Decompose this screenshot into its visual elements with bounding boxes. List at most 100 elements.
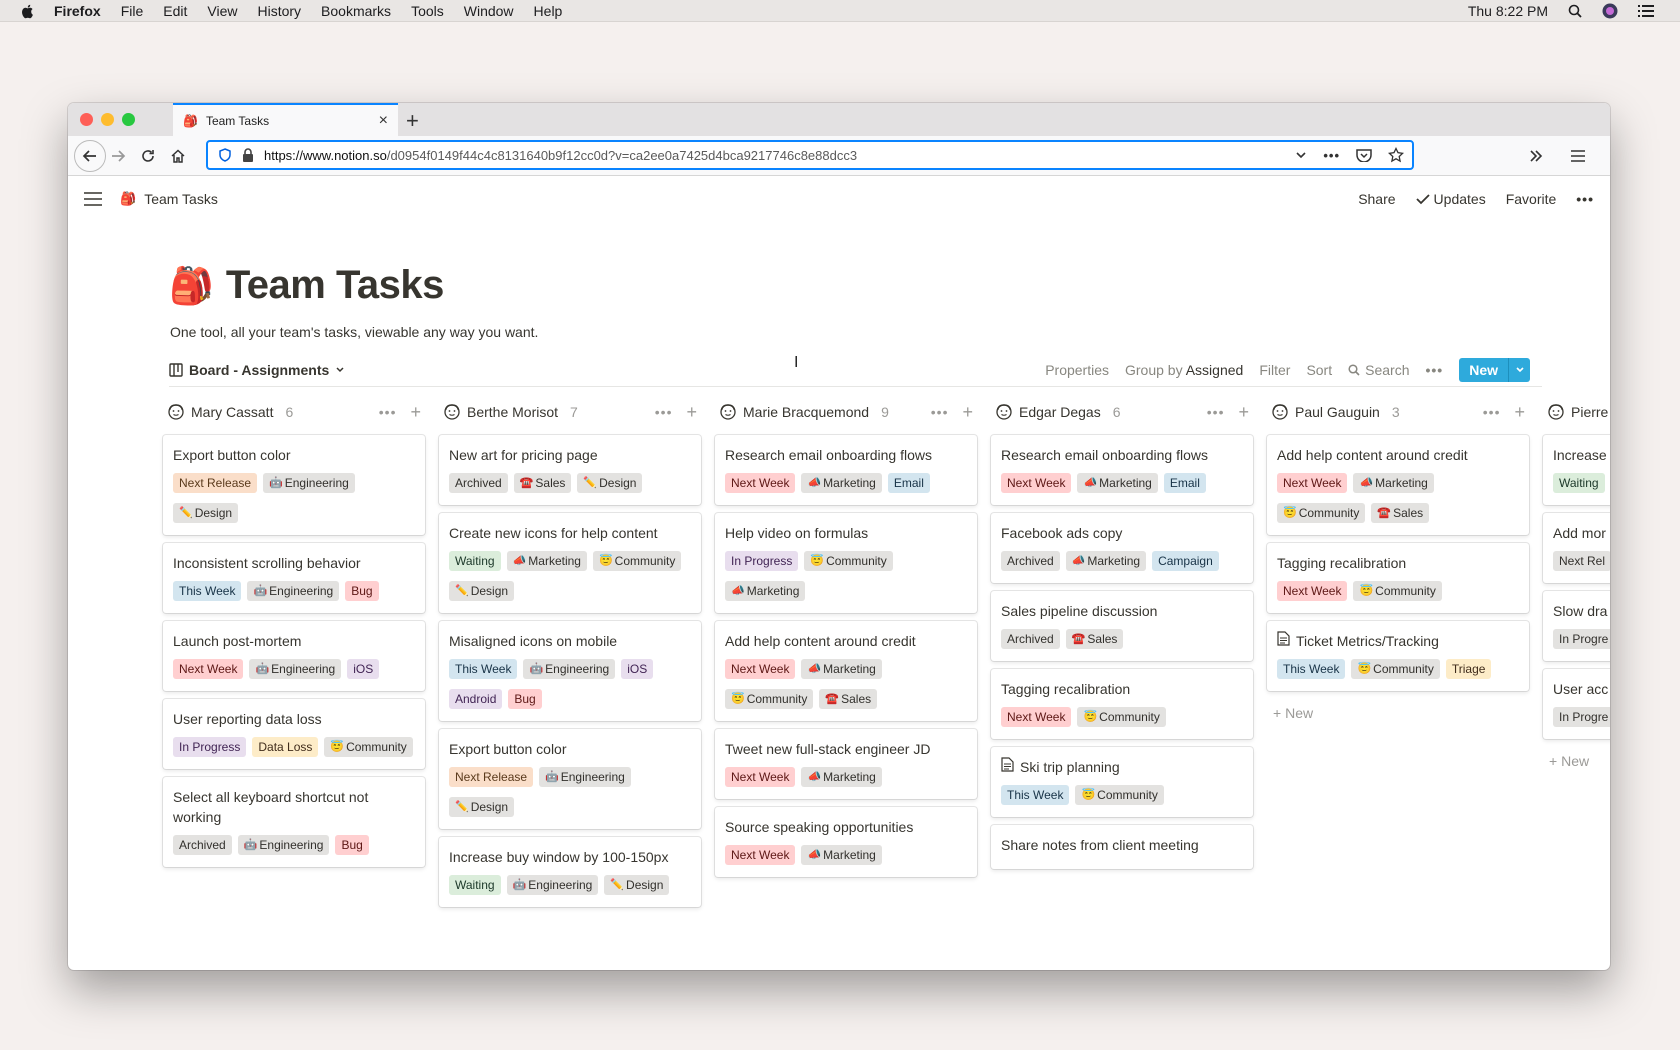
add-new-card-button[interactable]: + New bbox=[1267, 699, 1529, 727]
task-card[interactable]: Add help content around credit Next Week 📣… bbox=[1267, 435, 1529, 535]
column-more-icon[interactable]: ••• bbox=[1483, 404, 1501, 420]
task-card[interactable]: Research email onboarding flows Next Week… bbox=[991, 435, 1253, 505]
new-button[interactable]: New bbox=[1459, 357, 1530, 382]
backpack-emoji-icon[interactable]: 🎒 bbox=[169, 265, 214, 307]
hamburger-menu-button[interactable] bbox=[1564, 142, 1592, 170]
page-title[interactable]: Team Tasks bbox=[226, 263, 445, 308]
column-add-icon[interactable]: + bbox=[686, 402, 697, 423]
properties-button[interactable]: Properties bbox=[1045, 362, 1109, 378]
new-tab-button[interactable]: + bbox=[406, 108, 419, 134]
column-header[interactable]: Mary Cassatt 6 ••• + bbox=[163, 399, 425, 425]
share-button[interactable]: Share bbox=[1358, 191, 1395, 207]
column-add-icon[interactable]: + bbox=[1514, 402, 1525, 423]
column-header[interactable]: Berthe Morisot 7 ••• + bbox=[439, 399, 701, 425]
task-card[interactable]: Increase WaitingEngine bbox=[1543, 435, 1610, 505]
menu-edit[interactable]: Edit bbox=[163, 3, 187, 19]
column-header[interactable]: Paul Gauguin 3 ••• + bbox=[1267, 399, 1529, 425]
home-button[interactable] bbox=[164, 142, 192, 170]
view-selector[interactable]: Board - Assignments bbox=[169, 362, 345, 378]
close-tab-icon[interactable]: × bbox=[379, 112, 388, 130]
new-dropdown-chevron-icon[interactable] bbox=[1508, 357, 1530, 382]
task-card[interactable]: Share notes from client meeting bbox=[991, 825, 1253, 869]
overflow-menu-button[interactable] bbox=[1522, 142, 1550, 170]
task-card[interactable]: Add mor Next RelEngine bbox=[1543, 513, 1610, 583]
add-new-card-button[interactable]: + New bbox=[1543, 747, 1610, 775]
column-header[interactable]: Marie Bracquemond 9 ••• + bbox=[715, 399, 977, 425]
more-options-icon[interactable]: ••• bbox=[1576, 191, 1594, 207]
favorite-button[interactable]: Favorite bbox=[1506, 191, 1557, 207]
task-card[interactable]: Inconsistent scrolling behavior This Week… bbox=[163, 543, 425, 613]
menubar-clock[interactable]: Thu 8:22 PM bbox=[1468, 3, 1548, 19]
task-card[interactable]: Export button color Next Release 🤖 Engineer… bbox=[439, 729, 701, 829]
sidebar-toggle-icon[interactable] bbox=[84, 191, 102, 206]
new-button-label[interactable]: New bbox=[1459, 357, 1508, 382]
minimize-window-button[interactable] bbox=[101, 113, 114, 126]
task-card[interactable]: User acc In ProgreComm bbox=[1543, 669, 1610, 739]
url-dropdown-chevron-icon[interactable] bbox=[1295, 149, 1307, 161]
control-center-icon[interactable] bbox=[1638, 4, 1654, 18]
task-card[interactable]: Select all keyboard shortcut not working… bbox=[163, 777, 425, 867]
task-card[interactable]: Create new icons for help content Waiting… bbox=[439, 513, 701, 613]
column-more-icon[interactable]: ••• bbox=[655, 404, 673, 420]
task-card[interactable]: Launch post-mortem Next Week 🤖 Engineering i… bbox=[163, 621, 425, 691]
menu-bookmarks[interactable]: Bookmarks bbox=[321, 3, 391, 19]
close-window-button[interactable] bbox=[80, 113, 93, 126]
task-card[interactable]: Sales pipeline discussion Archived ☎️ Sales bbox=[991, 591, 1253, 661]
column-add-icon[interactable]: + bbox=[962, 402, 973, 423]
menu-history[interactable]: History bbox=[257, 3, 301, 19]
group-by-button[interactable]: Group by Assigned bbox=[1125, 362, 1243, 378]
task-card[interactable]: Source speaking opportunities Next Week 📣 M… bbox=[715, 807, 977, 877]
menu-help[interactable]: Help bbox=[534, 3, 563, 19]
menu-app-name[interactable]: Firefox bbox=[54, 3, 101, 19]
column-add-icon[interactable]: + bbox=[410, 402, 421, 423]
column-header[interactable]: Pierre bbox=[1543, 399, 1610, 425]
column-more-icon[interactable]: ••• bbox=[931, 404, 949, 420]
tracking-protection-shield-icon[interactable] bbox=[218, 148, 232, 162]
reload-button[interactable] bbox=[134, 142, 162, 170]
task-card[interactable]: User reporting data loss In Progress Data … bbox=[163, 699, 425, 769]
page-description[interactable]: One tool, all your team's tasks, viewabl… bbox=[170, 324, 538, 340]
board: Mary Cassatt 6 ••• + Export button color Next… bbox=[163, 399, 1610, 915]
menu-window[interactable]: Window bbox=[464, 3, 514, 19]
task-card[interactable]: Increase buy window by 100-150px Waiting 🤖… bbox=[439, 837, 701, 907]
bookmark-star-icon[interactable] bbox=[1388, 147, 1404, 163]
task-card[interactable]: Export button color Next Release 🤖 Engineer… bbox=[163, 435, 425, 535]
search-button[interactable]: Search bbox=[1348, 362, 1409, 378]
zoom-window-button[interactable] bbox=[122, 113, 135, 126]
task-card[interactable]: Tagging recalibration Next Week 😇 Community bbox=[1267, 543, 1529, 613]
task-card[interactable]: Ticket Metrics/Tracking This Week 😇 Communi… bbox=[1267, 621, 1529, 691]
breadcrumb[interactable]: 🎒 Team Tasks bbox=[120, 191, 218, 207]
back-button[interactable] bbox=[74, 140, 106, 172]
spotlight-search-icon[interactable] bbox=[1568, 4, 1582, 18]
menu-file[interactable]: File bbox=[121, 3, 144, 19]
menu-tools[interactable]: Tools bbox=[411, 3, 444, 19]
tab-team-tasks[interactable]: 🎒 Team Tasks × bbox=[173, 103, 398, 136]
menu-view[interactable]: View bbox=[207, 3, 237, 19]
url-bar[interactable]: https://www.notion.so/d0954f0149f44c4c81… bbox=[206, 140, 1414, 170]
task-card[interactable]: Add help content around credit Next Week 📣… bbox=[715, 621, 977, 721]
page-actions-more-icon[interactable]: ••• bbox=[1323, 148, 1340, 163]
column-add-icon[interactable]: + bbox=[1238, 402, 1249, 423]
task-card[interactable]: Facebook ads copy Archived 📣 Marketing Campa… bbox=[991, 513, 1253, 583]
view-more-icon[interactable]: ••• bbox=[1425, 362, 1443, 378]
column-more-icon[interactable]: ••• bbox=[379, 404, 397, 420]
task-card[interactable]: Tweet new full-stack engineer JD Next Wee… bbox=[715, 729, 977, 799]
pocket-icon[interactable] bbox=[1356, 148, 1372, 162]
task-card[interactable]: Tagging recalibration Next Week 😇 Community bbox=[991, 669, 1253, 739]
tag-label: Engineering bbox=[284, 476, 349, 490]
forward-button[interactable] bbox=[104, 142, 132, 170]
apple-icon[interactable] bbox=[20, 3, 36, 19]
task-card[interactable]: Research email onboarding flows Next Week… bbox=[715, 435, 977, 505]
task-card[interactable]: New art for pricing page Archived ☎️ Sales ✏… bbox=[439, 435, 701, 505]
task-card[interactable]: Help video on formulas In Progress 😇 Commun… bbox=[715, 513, 977, 613]
lock-icon[interactable] bbox=[242, 148, 254, 162]
updates-button[interactable]: Updates bbox=[1415, 191, 1486, 207]
sort-button[interactable]: Sort bbox=[1306, 362, 1332, 378]
task-card[interactable]: Slow dra In ProgreEngine bbox=[1543, 591, 1610, 661]
column-more-icon[interactable]: ••• bbox=[1207, 404, 1225, 420]
task-card[interactable]: Misaligned icons on mobile This Week 🤖 Engi… bbox=[439, 621, 701, 721]
siri-icon[interactable] bbox=[1602, 3, 1618, 19]
column-header[interactable]: Edgar Degas 6 ••• + bbox=[991, 399, 1253, 425]
filter-button[interactable]: Filter bbox=[1259, 362, 1290, 378]
task-card[interactable]: Ski trip planning This Week 😇 Community bbox=[991, 747, 1253, 817]
